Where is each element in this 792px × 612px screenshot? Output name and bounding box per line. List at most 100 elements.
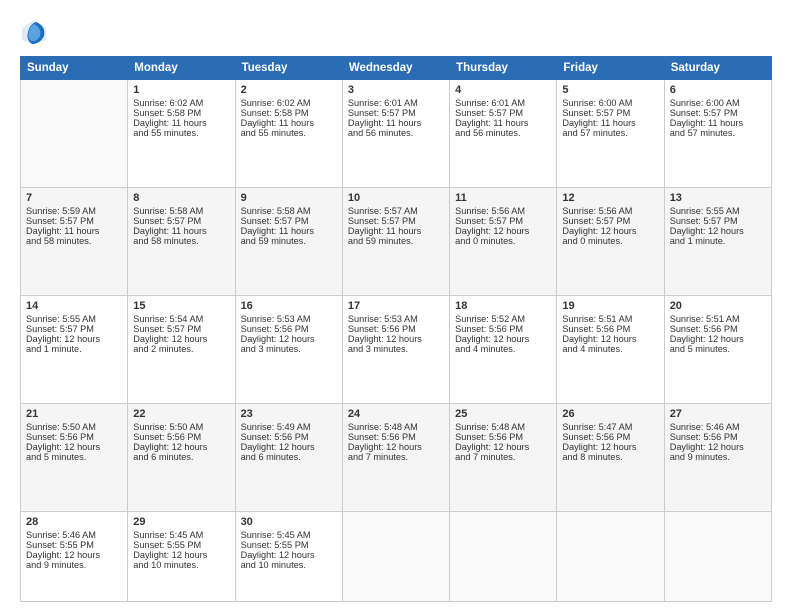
day-info-line: and 0 minutes. [562,236,658,246]
day-info-line: Daylight: 12 hours [26,550,122,560]
calendar-header-row: SundayMondayTuesdayWednesdayThursdayFrid… [21,57,772,80]
day-info-line: Sunset: 5:57 PM [562,108,658,118]
day-info-line: Daylight: 12 hours [133,334,229,344]
day-number: 12 [562,192,658,204]
day-info-line: Daylight: 11 hours [133,118,229,128]
calendar: SundayMondayTuesdayWednesdayThursdayFrid… [20,56,772,602]
calendar-cell: 26Sunrise: 5:47 AMSunset: 5:56 PMDayligh… [557,404,664,512]
day-info-line: Sunrise: 6:01 AM [348,98,444,108]
calendar-cell [342,512,449,602]
calendar-cell: 11Sunrise: 5:56 AMSunset: 5:57 PMDayligh… [450,188,557,296]
day-info-line: Sunrise: 5:53 AM [241,314,337,324]
day-info-line: Sunset: 5:57 PM [348,216,444,226]
page: SundayMondayTuesdayWednesdayThursdayFrid… [0,0,792,612]
day-number: 11 [455,192,551,204]
day-info-line: and 57 minutes. [670,128,766,138]
calendar-cell: 29Sunrise: 5:45 AMSunset: 5:55 PMDayligh… [128,512,235,602]
day-info-line: Sunrise: 5:46 AM [26,530,122,540]
day-info-line: Sunset: 5:55 PM [133,540,229,550]
day-info-line: Daylight: 12 hours [455,334,551,344]
day-info-line: Sunrise: 5:56 AM [562,206,658,216]
day-info-line: Sunrise: 6:00 AM [670,98,766,108]
col-header-tuesday: Tuesday [235,57,342,80]
calendar-cell: 6Sunrise: 6:00 AMSunset: 5:57 PMDaylight… [664,80,771,188]
day-info-line: and 57 minutes. [562,128,658,138]
day-info-line: Sunset: 5:57 PM [455,216,551,226]
day-info-line: Sunrise: 5:45 AM [241,530,337,540]
day-number: 28 [26,516,122,528]
day-info-line: Sunset: 5:57 PM [670,216,766,226]
header [20,18,772,46]
day-info-line: and 55 minutes. [133,128,229,138]
calendar-cell: 27Sunrise: 5:46 AMSunset: 5:56 PMDayligh… [664,404,771,512]
calendar-cell: 7Sunrise: 5:59 AMSunset: 5:57 PMDaylight… [21,188,128,296]
day-number: 9 [241,192,337,204]
calendar-cell: 24Sunrise: 5:48 AMSunset: 5:56 PMDayligh… [342,404,449,512]
day-number: 19 [562,300,658,312]
day-info-line: Sunrise: 6:00 AM [562,98,658,108]
day-info-line: Sunset: 5:57 PM [133,216,229,226]
calendar-cell: 15Sunrise: 5:54 AMSunset: 5:57 PMDayligh… [128,296,235,404]
calendar-cell: 4 Sunrise: 6:01 AMSunset: 5:57 PMDaylight… [450,80,557,188]
day-info-line: Daylight: 12 hours [26,442,122,452]
day-info-line: Sunset: 5:56 PM [562,432,658,442]
day-info-line: and 8 minutes. [562,452,658,462]
day-number: 23 [241,408,337,420]
day-info-line: Daylight: 12 hours [670,226,766,236]
col-header-sunday: Sunday [21,57,128,80]
day-number: 17 [348,300,444,312]
day-info-line: Sunrise: 5:51 AM [670,314,766,324]
day-info-line: Daylight: 12 hours [562,334,658,344]
day-info-line: Sunrise: 5:55 AM [670,206,766,216]
day-info-line: Daylight: 12 hours [241,334,337,344]
day-info-line: Sunset: 5:56 PM [455,432,551,442]
day-info-line: Sunrise: 6:01 AM [455,98,551,108]
day-info-line: and 5 minutes. [26,452,122,462]
day-info-line: Daylight: 12 hours [455,226,551,236]
day-number: 14 [26,300,122,312]
calendar-cell: 14Sunrise: 5:55 AMSunset: 5:57 PMDayligh… [21,296,128,404]
day-info-line: Sunset: 5:57 PM [562,216,658,226]
day-info-line: Sunset: 5:57 PM [670,108,766,118]
day-info-line: Sunrise: 5:52 AM [455,314,551,324]
day-info-line: Sunset: 5:57 PM [26,324,122,334]
day-info-line: Sunset: 5:56 PM [348,324,444,334]
calendar-cell: 21Sunrise: 5:50 AMSunset: 5:56 PMDayligh… [21,404,128,512]
calendar-cell [21,80,128,188]
day-info-line: and 9 minutes. [670,452,766,462]
day-info-line: Sunset: 5:56 PM [241,432,337,442]
day-info-line: and 1 minute. [670,236,766,246]
day-info-line: and 59 minutes. [241,236,337,246]
day-number: 16 [241,300,337,312]
day-number: 15 [133,300,229,312]
calendar-cell [450,512,557,602]
calendar-cell: 19Sunrise: 5:51 AMSunset: 5:56 PMDayligh… [557,296,664,404]
day-info-line: Sunrise: 5:46 AM [670,422,766,432]
day-info-line: Sunset: 5:56 PM [562,324,658,334]
day-info-line: and 58 minutes. [26,236,122,246]
day-info-line: Sunrise: 5:57 AM [348,206,444,216]
day-info-line: and 2 minutes. [133,344,229,354]
day-info-line: Daylight: 12 hours [562,226,658,236]
calendar-cell: 22Sunrise: 5:50 AMSunset: 5:56 PMDayligh… [128,404,235,512]
calendar-cell: 2Sunrise: 6:02 AMSunset: 5:58 PMDaylight… [235,80,342,188]
day-info-line: Sunrise: 5:49 AM [241,422,337,432]
day-number: 8 [133,192,229,204]
day-info-line: Sunrise: 6:02 AM [133,98,229,108]
calendar-cell: 18Sunrise: 5:52 AMSunset: 5:56 PMDayligh… [450,296,557,404]
day-number: 22 [133,408,229,420]
calendar-cell [664,512,771,602]
day-info-line: and 59 minutes. [348,236,444,246]
day-number: 27 [670,408,766,420]
day-info-line: Sunrise: 5:53 AM [348,314,444,324]
day-info-line: and 0 minutes. [455,236,551,246]
day-number: 1 [133,84,229,96]
day-info-line: Daylight: 11 hours [455,118,551,128]
day-info-line: Daylight: 11 hours [26,226,122,236]
calendar-cell: 10Sunrise: 5:57 AMSunset: 5:57 PMDayligh… [342,188,449,296]
day-info-line: Sunrise: 5:58 AM [133,206,229,216]
day-number: 4 [455,84,551,96]
calendar-cell: 23Sunrise: 5:49 AMSunset: 5:56 PMDayligh… [235,404,342,512]
day-info-line: Sunset: 5:57 PM [455,108,551,118]
day-info-line: Sunrise: 5:47 AM [562,422,658,432]
